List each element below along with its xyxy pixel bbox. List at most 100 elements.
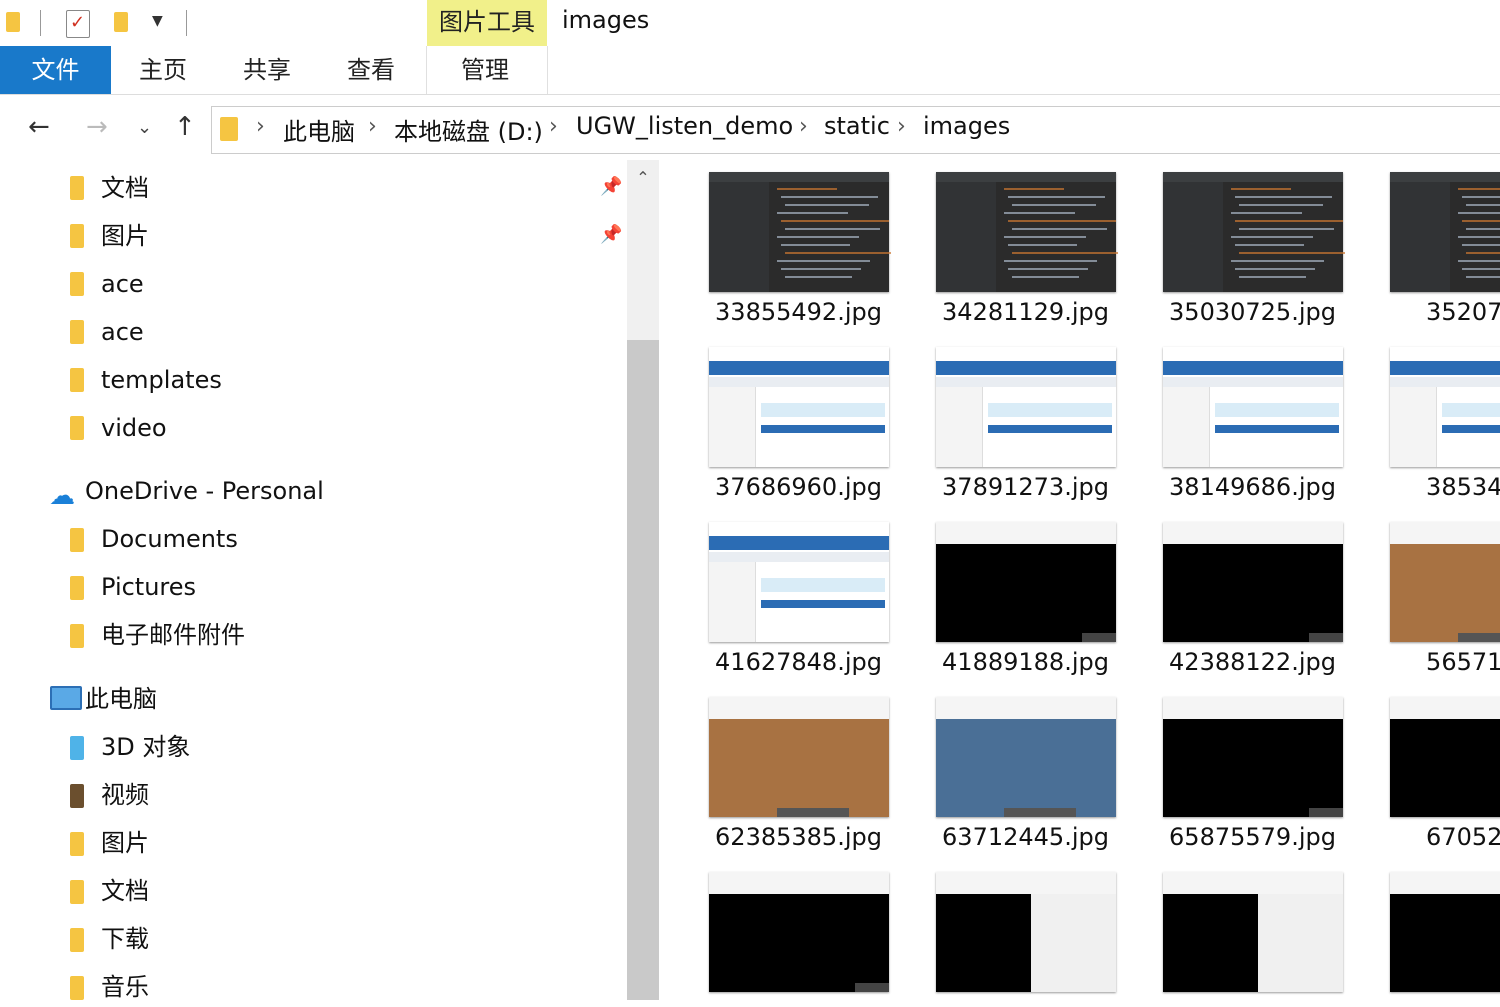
sidebar-item-onedrive-pictures[interactable]: Pictures bbox=[101, 567, 196, 607]
folder-icon bbox=[70, 624, 84, 648]
file-item[interactable]: 65875579.jpg bbox=[1139, 697, 1366, 867]
tab-view[interactable]: 查看 bbox=[347, 46, 395, 94]
file-item[interactable]: 42388122.jpg bbox=[1139, 522, 1366, 692]
file-name: 35030725.jpg bbox=[1169, 298, 1336, 326]
breadcrumb-static[interactable]: static bbox=[824, 112, 890, 140]
properties-icon[interactable] bbox=[66, 10, 90, 38]
file-item[interactable]: 37891273.jpg bbox=[912, 347, 1139, 517]
breadcrumb-local-disk[interactable]: 本地磁盘 (D:) bbox=[394, 112, 543, 147]
sidebar-item-ace-2[interactable]: ace bbox=[101, 312, 144, 352]
tab-home[interactable]: 主页 bbox=[139, 46, 187, 94]
context-tab-label: 图片工具 bbox=[427, 0, 547, 46]
tab-manage[interactable]: 管理 bbox=[461, 46, 509, 94]
sidebar-item-video[interactable]: video bbox=[101, 408, 167, 448]
file-name: 65875579.jpg bbox=[1169, 823, 1336, 851]
thumbnail-image bbox=[936, 522, 1116, 642]
sidebar-item-videos[interactable]: 视频 bbox=[101, 775, 149, 815]
sidebar-item-3d-objects[interactable]: 3D 对象 bbox=[101, 727, 190, 767]
pin-icon[interactable]: 📌 bbox=[600, 176, 622, 197]
thumbnail-image bbox=[1163, 347, 1343, 467]
file-name: 37891273.jpg bbox=[942, 473, 1109, 501]
file-item[interactable]: 41627848.jpg bbox=[685, 522, 912, 692]
sidebar-item-ace[interactable]: ace bbox=[101, 264, 144, 304]
file-item[interactable]: 63712445.jpg bbox=[912, 697, 1139, 867]
tab-share[interactable]: 共享 bbox=[243, 46, 291, 94]
thumbnail-image bbox=[1163, 697, 1343, 817]
documents-folder-icon bbox=[70, 176, 84, 200]
sidebar-item-onedrive-documents[interactable]: Documents bbox=[101, 519, 238, 559]
file-item[interactable]: 6705228 bbox=[1366, 697, 1500, 867]
tab-file[interactable]: 文件 bbox=[0, 46, 111, 94]
sidebar-item-email-attachments[interactable]: 电子邮件附件 bbox=[101, 615, 245, 655]
folder-icon bbox=[6, 12, 20, 32]
thumbnail-image bbox=[1390, 522, 1500, 642]
recent-locations-chevron-icon[interactable]: ⌄ bbox=[137, 117, 152, 138]
file-item[interactable]: 3853433 bbox=[1366, 347, 1500, 517]
sidebar-item-pc-pictures[interactable]: 图片 bbox=[101, 823, 149, 863]
thumbnail-image bbox=[1390, 697, 1500, 817]
scroll-up-icon[interactable]: ⌃ bbox=[627, 168, 659, 187]
sidebar-item-this-pc[interactable]: 此电脑 bbox=[85, 679, 157, 719]
file-name: 41627848.jpg bbox=[715, 648, 882, 676]
file-item[interactable] bbox=[1366, 872, 1500, 1000]
divider bbox=[426, 46, 427, 94]
breadcrumb-ugw-listen-demo[interactable]: UGW_listen_demo bbox=[576, 112, 793, 140]
sidebar-item-pictures[interactable]: 图片 bbox=[101, 216, 149, 256]
file-item[interactable] bbox=[685, 872, 912, 1000]
downloads-folder-icon bbox=[70, 928, 84, 952]
file-item[interactable] bbox=[912, 872, 1139, 1000]
file-item[interactable]: 33855492.jpg bbox=[685, 172, 912, 342]
forward-arrow-icon[interactable]: → bbox=[86, 112, 108, 142]
file-item[interactable]: 38149686.jpg bbox=[1139, 347, 1366, 517]
file-item[interactable] bbox=[1139, 872, 1366, 1000]
music-folder-icon bbox=[70, 976, 84, 1000]
sidebar-item-downloads[interactable]: 下载 bbox=[101, 919, 149, 959]
file-name: 3520772 bbox=[1426, 298, 1500, 326]
file-item[interactable]: 35030725.jpg bbox=[1139, 172, 1366, 342]
chevron-right-icon[interactable]: › bbox=[368, 114, 377, 139]
sidebar-item-music[interactable]: 音乐 bbox=[101, 967, 149, 1007]
title-bar: ▼ 图片工具 images bbox=[0, 0, 1500, 46]
thumbnail-image bbox=[709, 522, 889, 642]
folder-icon bbox=[70, 272, 84, 296]
thumbnail-image bbox=[1390, 172, 1500, 292]
sidebar-item-onedrive[interactable]: OneDrive - Personal bbox=[85, 471, 324, 511]
breadcrumb-this-pc[interactable]: 此电脑 bbox=[283, 112, 355, 147]
new-folder-icon[interactable] bbox=[114, 12, 128, 32]
file-item[interactable]: 3520772 bbox=[1366, 172, 1500, 342]
pin-icon[interactable]: 📌 bbox=[600, 224, 622, 245]
thumbnail-image bbox=[709, 347, 889, 467]
file-item[interactable]: 37686960.jpg bbox=[685, 347, 912, 517]
scrollbar-thumb[interactable] bbox=[627, 340, 659, 1000]
chevron-right-icon[interactable]: › bbox=[256, 114, 265, 139]
thumbnail-image bbox=[1163, 522, 1343, 642]
folder-icon bbox=[70, 528, 84, 552]
folder-icon bbox=[70, 416, 84, 440]
file-item[interactable]: 5657163 bbox=[1366, 522, 1500, 692]
file-name: 37686960.jpg bbox=[715, 473, 882, 501]
up-arrow-icon[interactable]: ↑ bbox=[174, 112, 196, 142]
chevron-down-icon[interactable]: ▼ bbox=[152, 13, 163, 29]
file-item[interactable]: 62385385.jpg bbox=[685, 697, 912, 867]
chevron-right-icon[interactable]: › bbox=[549, 114, 558, 139]
thumbnail-image bbox=[709, 697, 889, 817]
breadcrumb-images[interactable]: images bbox=[923, 112, 1010, 140]
sidebar-item-pc-documents[interactable]: 文档 bbox=[101, 871, 149, 911]
thumbnail-image bbox=[936, 697, 1116, 817]
sidebar-item-templates[interactable]: templates bbox=[101, 360, 222, 400]
documents-folder-icon bbox=[70, 880, 84, 904]
file-name: 42388122.jpg bbox=[1169, 648, 1336, 676]
back-arrow-icon[interactable]: ← bbox=[28, 112, 50, 142]
onedrive-cloud-icon: ☁ bbox=[49, 481, 75, 511]
thumbnail-image bbox=[709, 872, 889, 992]
sidebar-item-documents[interactable]: 文档 bbox=[101, 168, 149, 208]
file-name: 33855492.jpg bbox=[715, 298, 882, 326]
chevron-right-icon[interactable]: › bbox=[897, 114, 906, 139]
file-name: 38149686.jpg bbox=[1169, 473, 1336, 501]
thumbnail-image bbox=[1390, 872, 1500, 992]
separator bbox=[186, 10, 187, 36]
file-item[interactable]: 41889188.jpg bbox=[912, 522, 1139, 692]
chevron-right-icon[interactable]: › bbox=[799, 114, 808, 139]
file-item[interactable]: 34281129.jpg bbox=[912, 172, 1139, 342]
folder-icon bbox=[70, 368, 84, 392]
